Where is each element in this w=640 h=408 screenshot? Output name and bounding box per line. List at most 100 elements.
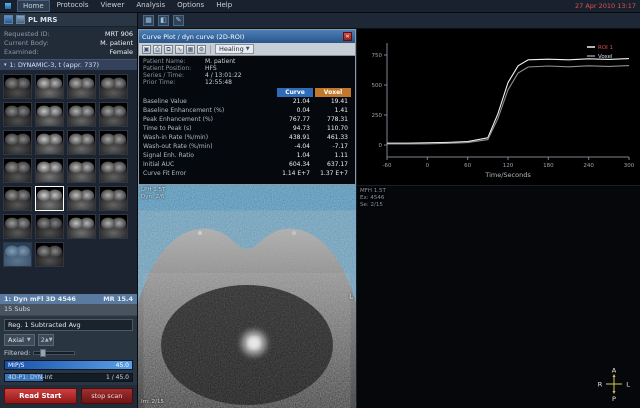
- series-thumbnail[interactable]: [35, 186, 64, 211]
- save-icon[interactable]: ▣: [142, 45, 151, 54]
- metric-voxel-value: -7.17: [315, 143, 351, 150]
- toolbar-separator: [210, 45, 211, 54]
- series-thumbnail[interactable]: [67, 102, 96, 127]
- thumbnail-image: [4, 159, 31, 182]
- menu-bar: HomeProtocolsViewerAnalysisOptionsHelp 2…: [0, 0, 640, 13]
- series-thumbnail[interactable]: [35, 158, 64, 183]
- enhancement-chart-panel: 0250500750-60060120180240300Time/Seconds…: [356, 29, 640, 185]
- series-thumbnail[interactable]: [35, 74, 64, 99]
- column-header-voxel: Voxel: [315, 88, 351, 97]
- svg-text:120: 120: [503, 163, 514, 169]
- metric-voxel-value: 19.41: [315, 98, 351, 105]
- dyn-progress-bar: 4D-P1: DYN-Int 1 / 45.0: [4, 373, 133, 382]
- folder-icon[interactable]: [16, 15, 25, 24]
- svg-text:300: 300: [624, 163, 635, 169]
- series-thumbnail[interactable]: [99, 158, 128, 183]
- patient-field: Requested ID: MRT 906: [4, 30, 133, 39]
- mri-image-viewport[interactable]: LPH 1.5T Dyn: 2/6 Im: 2/15 L: [138, 185, 356, 408]
- chart-icon[interactable]: ∿: [175, 45, 184, 54]
- thumbnail-image: [36, 103, 63, 126]
- series-thumbnail[interactable]: [3, 102, 32, 127]
- series-thumbnail[interactable]: [67, 186, 96, 211]
- series-thumbnail[interactable]: [99, 74, 128, 99]
- series-thumbnail[interactable]: [3, 242, 32, 267]
- metric-row: Time to Peak (s)94.73110.70: [143, 124, 351, 133]
- thumbnail-image: [4, 131, 31, 154]
- svg-text:180: 180: [543, 163, 554, 169]
- compass-anterior: A: [612, 367, 617, 375]
- mode-label: Healing: [219, 45, 244, 53]
- info-value: M. patient: [205, 58, 235, 65]
- series-thumbnail[interactable]: [3, 158, 32, 183]
- menu-item-options[interactable]: Options: [172, 0, 209, 12]
- metric-label: Initial AUC: [143, 161, 277, 168]
- series-thumbnail[interactable]: [67, 74, 96, 99]
- mode-dropdown[interactable]: Healing▼: [215, 44, 254, 54]
- patient-field: Examined: Female: [4, 48, 133, 57]
- thumbnail-image: [100, 215, 127, 238]
- slider-thumb[interactable]: [40, 349, 46, 357]
- metric-voxel-value: 1.11: [315, 152, 351, 159]
- series-thumbnail[interactable]: [35, 130, 64, 155]
- curve-window-body: Patient Name:M. patientPatient Position:…: [139, 56, 355, 184]
- metric-row: Signal Enh. Ratio1.041.11: [143, 151, 351, 160]
- svg-text:240: 240: [583, 163, 594, 169]
- thumbnail-image: [68, 187, 95, 210]
- grid-icon[interactable]: ▦: [186, 45, 195, 54]
- series-thumbnail[interactable]: [35, 214, 64, 239]
- series-thumbnail[interactable]: [99, 130, 128, 155]
- chevron-down-icon: ▾: [4, 62, 7, 68]
- series-group-header[interactable]: ▾ 1: DYNAMIC-3, t (appr. 737): [0, 59, 137, 71]
- orientation-dropdown[interactable]: Axial ▼: [4, 334, 35, 346]
- series-thumbnail[interactable]: [3, 214, 32, 239]
- menu-item-viewer[interactable]: Viewer: [96, 0, 130, 12]
- series-thumbnail[interactable]: [3, 74, 32, 99]
- menu-item-home[interactable]: Home: [17, 0, 50, 12]
- menu-item-help[interactable]: Help: [211, 0, 237, 12]
- metric-label: Wash-out Rate (%/min): [143, 143, 277, 150]
- info-label: Prior Time:: [143, 79, 205, 86]
- orientation-value: Axial: [8, 336, 24, 344]
- mri-axial-image: [138, 185, 356, 408]
- thumbnail-image: [36, 243, 63, 266]
- field-value: MRT 906: [105, 30, 133, 39]
- filter-slider[interactable]: [33, 351, 75, 355]
- series-thumbnail[interactable]: [99, 186, 128, 211]
- region-field[interactable]: Reg. 1 Subtracted Avg: [4, 319, 133, 331]
- window-titlebar[interactable]: Curve Plot / dyn curve (2D-ROI) ✕: [139, 30, 355, 43]
- patient-list-icon[interactable]: [4, 15, 13, 24]
- series-thumbnail[interactable]: [35, 242, 64, 267]
- copy-icon[interactable]: ⧉: [164, 45, 173, 54]
- menu-item-analysis[interactable]: Analysis: [131, 0, 170, 12]
- close-icon[interactable]: ✕: [343, 32, 352, 41]
- menu-item-protocols[interactable]: Protocols: [52, 0, 94, 12]
- field-value: Female: [109, 48, 133, 57]
- layout-icon[interactable]: ▦: [143, 15, 154, 26]
- mip-progress-bar: MIP/S 45.0: [4, 360, 133, 370]
- info-label: Patient Name:: [143, 58, 205, 65]
- svg-text:Time/Seconds: Time/Seconds: [484, 171, 531, 179]
- print-icon[interactable]: ⎙: [153, 45, 162, 54]
- series-thumbnail[interactable]: [67, 214, 96, 239]
- stop-scan-button[interactable]: stop scan: [81, 388, 133, 404]
- series-thumbnail[interactable]: [99, 214, 128, 239]
- series-thumbnail[interactable]: [3, 186, 32, 211]
- series-thumbnail[interactable]: [35, 102, 64, 127]
- info-value: HFS: [205, 65, 217, 72]
- slice-stepper[interactable]: 2 ▲▼: [38, 334, 54, 346]
- info-field: Series / Time:4 / 13:01:22: [143, 72, 351, 79]
- capture-icon[interactable]: ◧: [158, 15, 169, 26]
- thumbnail-image: [36, 75, 63, 98]
- thumbnail-image: [100, 159, 127, 182]
- settings-icon[interactable]: ⚙: [197, 45, 206, 54]
- sidebar: PL MRS Requested ID: MRT 906 Current Bod…: [0, 13, 138, 408]
- read-start-button[interactable]: Read Start: [4, 388, 77, 404]
- pencil-icon[interactable]: ✎: [173, 15, 184, 26]
- series-thumbnail[interactable]: [67, 158, 96, 183]
- secondary-viewport[interactable]: MFH 1.5T Ex: 4546 Se: 2/15 A P R L: [356, 185, 640, 408]
- series-thumbnail[interactable]: [67, 130, 96, 155]
- series-title: 1: Dyn mFl 3D 4546: [4, 295, 76, 303]
- series-thumbnail[interactable]: [3, 130, 32, 155]
- series-thumbnail[interactable]: [99, 102, 128, 127]
- chevron-down-icon: ▼: [27, 337, 31, 343]
